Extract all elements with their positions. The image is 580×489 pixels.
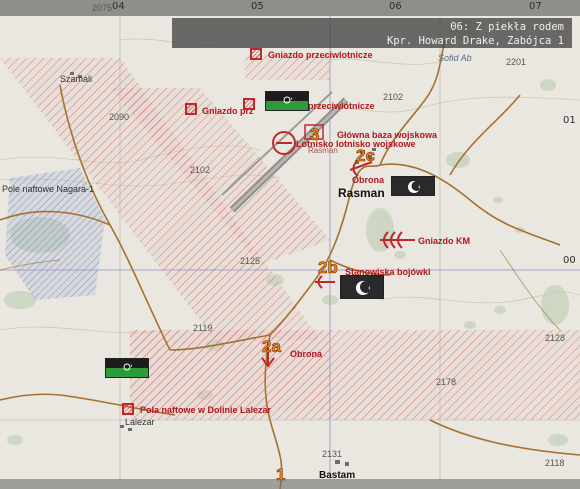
libya-flag-icon — [265, 91, 309, 111]
grid-row-label: 00 — [563, 255, 576, 266]
elevation-label: 2128 — [545, 333, 566, 343]
elevation-label: 2131 — [322, 449, 343, 459]
elevation-label: 2118 — [545, 458, 565, 468]
place-rasman: Rasman — [338, 186, 385, 200]
crescent-flag-icon — [391, 176, 435, 196]
elevation-label: 2102 — [383, 92, 404, 102]
elevation-label: 2178 — [436, 377, 457, 387]
grid-col-label: 04 — [112, 1, 125, 12]
place-sofid: Sofid Ab — [438, 53, 472, 63]
oil-field-square-icon — [122, 403, 134, 415]
grid-bottom-bar — [0, 479, 580, 489]
elevation-label: 2119 — [193, 323, 213, 333]
grid-col-label: 06 — [389, 1, 402, 12]
grid-row-label: 01 — [563, 115, 576, 126]
place-lalezar: Lalezar — [125, 417, 155, 427]
marker-2c: 2c — [356, 146, 376, 166]
mission-header: 06: Z piekła rodem Kpr. Howard Drake, Za… — [172, 18, 572, 48]
grid-col-label: 05 — [251, 1, 264, 12]
elevation-label: 2201 — [506, 57, 527, 67]
label-obrona-1: Obrona — [352, 175, 385, 185]
place-pole-naftowe: Pole naftowe Nagara-1 — [2, 184, 95, 194]
elevation-label: 2125 — [240, 256, 261, 266]
elevation-label: 2075 — [92, 3, 113, 13]
elevation-label: 2102 — [190, 165, 211, 175]
aa-nest-square-icon — [185, 103, 197, 115]
mission-player: Kpr. Howard Drake, Zabójca 1 — [386, 35, 564, 47]
label-gniazdo-2b: przeciwlotnicze — [308, 101, 375, 111]
place-szamali: Szamali — [60, 74, 93, 84]
grid-top-bar — [0, 0, 580, 16]
marker-2a: 2a — [262, 337, 282, 357]
libya-flag-icon — [105, 358, 149, 378]
label-obrona-2: Obrona — [290, 349, 323, 359]
aa-nest-square-icon — [250, 48, 262, 60]
label-pola-dolina: Pola naftowe w Dolinie Lalezar — [140, 405, 272, 415]
marker-3: 3 — [310, 125, 320, 145]
grid-col-label: 07 — [529, 1, 542, 12]
label-gniazdo-1: Gniazdo przeciwlotnicze — [268, 50, 373, 60]
crescent-flag-icon — [340, 275, 384, 299]
aa-nest-square-icon — [243, 98, 255, 110]
elevation-label: 2090 — [109, 112, 130, 122]
marker-2b: 2b — [318, 258, 338, 278]
mission-title: 06: Z piekła rodem — [450, 21, 564, 33]
label-gniazdo-km: Gniazdo KM — [418, 236, 470, 246]
